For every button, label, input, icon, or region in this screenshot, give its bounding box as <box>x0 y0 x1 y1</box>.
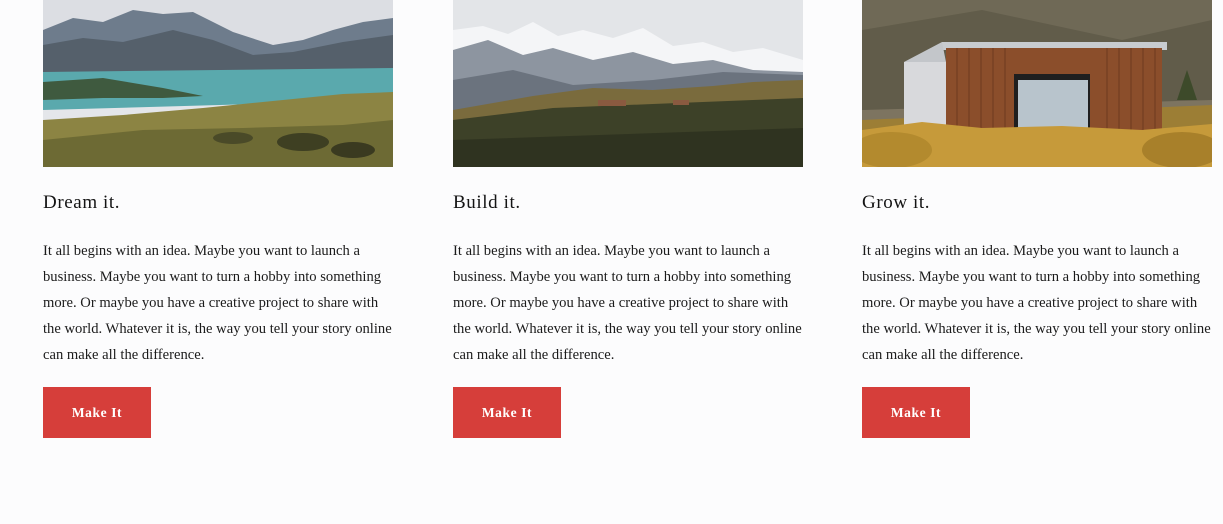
card-title: Build it. <box>453 192 521 213</box>
snowy-mountains-photo <box>453 0 803 167</box>
make-it-button[interactable]: Make It <box>43 387 151 438</box>
feature-card-grow: Grow it. It all begins with an idea. May… <box>862 0 1212 438</box>
card-description: It all begins with an idea. Maybe you wa… <box>43 243 392 363</box>
make-it-button[interactable]: Make It <box>453 387 561 438</box>
make-it-button[interactable]: Make It <box>862 387 970 438</box>
card-description: It all begins with an idea. Maybe you wa… <box>453 243 802 363</box>
lake-mountain-landscape-photo <box>43 0 393 167</box>
card-description: It all begins with an idea. Maybe you wa… <box>862 243 1211 363</box>
wooden-cabin-photo <box>862 0 1212 167</box>
card-title: Grow it. <box>862 192 931 213</box>
feature-card-build: Build it. It all begins with an idea. Ma… <box>453 0 803 438</box>
feature-card-dream: Dream it. It all begins with an idea. Ma… <box>43 0 393 438</box>
card-title: Dream it. <box>43 192 121 213</box>
